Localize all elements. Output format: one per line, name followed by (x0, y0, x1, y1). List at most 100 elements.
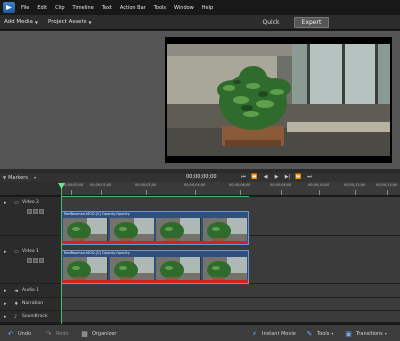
track-expand-icon[interactable]: ▸ (4, 200, 10, 206)
step-back-icon[interactable]: ⏪ (251, 174, 258, 180)
expert-mode-button[interactable]: Expert (294, 17, 329, 28)
ruler-spacer (0, 182, 61, 196)
clip-thumbnails (63, 257, 247, 282)
track-expand-icon[interactable]: ▸ (4, 288, 10, 294)
redo-icon: ↷ (45, 329, 52, 338)
track-expand-icon[interactable]: ▸ (4, 301, 10, 307)
monitor-panel (0, 31, 400, 169)
track-header: ▸ ▭ Video 1 (0, 246, 61, 284)
chevron-down-icon: ▼ (34, 19, 38, 25)
redo-button[interactable]: ↷ Redo (44, 329, 69, 338)
ruler-tick (146, 190, 147, 195)
tools-label: Tools (317, 330, 330, 337)
add-media-label: Add Media (4, 19, 33, 25)
undo-label: Undo (18, 330, 32, 337)
organizer-label: Organizer (92, 330, 117, 337)
play-icon[interactable]: ▶ (273, 174, 280, 180)
markers-label: Markers (8, 174, 28, 181)
opacity-line[interactable] (62, 280, 248, 283)
ruler-tick (355, 190, 356, 195)
menu-window[interactable]: Window (174, 5, 194, 11)
instant-movie-label: Instant Movie (262, 330, 296, 337)
clip-thumbnails (63, 218, 247, 243)
ruler-tick (319, 190, 320, 195)
frame-forward-icon[interactable]: ▶| (284, 174, 291, 180)
track-expand-icon[interactable]: ▸ (4, 249, 10, 255)
menu-text[interactable]: Text (102, 5, 112, 11)
instant-movie-icon: ⚡ (252, 329, 257, 338)
menu-action-bar[interactable]: Action Bar (120, 5, 146, 11)
menu-file[interactable]: File (21, 5, 29, 11)
toolbar: Add Media ▼ Project Assets ▼ Quick Exper… (0, 15, 400, 30)
clip-thumbnail (156, 257, 201, 282)
track-name: Audio 1 (22, 288, 40, 293)
tools-button[interactable]: ✎ Tools ▾ (305, 329, 334, 338)
track-row-audio-1: ▸ ◄ Audio 1 (0, 285, 400, 298)
track-header: ▸ ♦ Narration (0, 298, 61, 311)
ruler-tick (387, 190, 388, 195)
frame-back-icon[interactable]: ◀ (262, 174, 269, 180)
transitions-button[interactable]: ▣ Transitions ▾ (344, 329, 387, 338)
track-controls[interactable] (27, 209, 44, 214)
project-assets-dropdown[interactable]: Project Assets ▼ (48, 19, 92, 25)
menu-timeline[interactable]: Timeline (73, 5, 94, 11)
chevron-down-icon: ▾ (384, 331, 387, 336)
chevron-down-icon: ▼ (3, 175, 7, 180)
ruler-label: 00;00;14;00 (376, 183, 398, 187)
speaker-icon: ◄ (14, 288, 18, 294)
timeline-header: ▼ Markers ▾ 00;00;00;00 ⏮ ⏪ ◀ ▶ ▶| ⏩ ⏭ (0, 173, 400, 182)
action-bar: ↶ Undo ↷ Redo ▦ Organizer ⚡ Instant Movi… (0, 324, 400, 341)
instant-movie-button[interactable]: ⚡ Instant Movie (250, 329, 296, 338)
menu-clip[interactable]: Clip (55, 5, 64, 11)
markers-dropdown[interactable]: ▼ Markers ▾ (3, 175, 36, 181)
track-row-soundtrack: ▸ ♪ Soundtrack (0, 311, 400, 323)
quick-mode-button[interactable]: Quick (256, 17, 286, 28)
tools-icon: ✎ (306, 329, 313, 338)
track-header: ▸ ♪ Soundtrack (0, 311, 61, 323)
track-header: ▸ ◄ Audio 1 (0, 285, 61, 298)
video-clip-track-1[interactable]: RedBoxman.MOD [V] Opacity:Opacity (61, 250, 249, 284)
track-header: ▸ ▭ Video 2 (0, 197, 61, 236)
track-name: Video 1 (22, 249, 39, 254)
ruler-tick (101, 190, 102, 195)
go-to-end-icon[interactable]: ⏭ (306, 174, 313, 180)
ruler-tick (71, 190, 72, 195)
ruler-label: 00;00;02;00 (135, 183, 157, 187)
track-controls[interactable] (27, 258, 44, 263)
microphone-icon: ♦ (14, 301, 19, 307)
track-row-narration: ▸ ♦ Narration (0, 298, 400, 311)
go-to-start-icon[interactable]: ⏮ (240, 174, 247, 180)
undo-button[interactable]: ↶ Undo (6, 329, 32, 338)
ruler-tick (195, 190, 196, 195)
clip-thumbnail (156, 218, 201, 243)
app-logo-icon[interactable] (3, 2, 15, 13)
current-timecode[interactable]: 00;00;00;00 (186, 174, 217, 180)
transport-controls: ⏮ ⏪ ◀ ▶ ▶| ⏩ ⏭ (240, 174, 313, 180)
timeline-ruler[interactable]: 00;00;00;00 00;00;01;00 00;00;02;00 00;0… (61, 182, 400, 196)
track-expand-icon[interactable]: ▸ (4, 314, 10, 320)
playhead-line[interactable] (61, 184, 62, 324)
ruler-label: 00;00;10;00 (308, 183, 330, 187)
clip-thumbnail (109, 257, 154, 282)
track-name: Video 2 (22, 200, 39, 205)
menu-tools[interactable]: Tools (154, 5, 166, 11)
music-icon: ♪ (14, 314, 18, 320)
project-assets-label: Project Assets (48, 19, 87, 25)
chevron-down-icon: ▼ (88, 19, 92, 25)
opacity-line[interactable] (62, 241, 248, 244)
add-media-dropdown[interactable]: Add Media ▼ (4, 19, 38, 25)
video-clip-track-2[interactable]: RedBoxman.MOD [V] Opacity:Opacity (61, 211, 249, 245)
organizer-button[interactable]: ▦ Organizer (80, 329, 116, 338)
preview-monitor[interactable] (165, 37, 392, 163)
step-forward-icon[interactable]: ⏩ (295, 174, 302, 180)
track-name: Narration (22, 301, 44, 306)
clip-thumbnail (63, 218, 108, 243)
ruler-label: 00;00;04;00 (184, 183, 206, 187)
menu-bar: File Edit Clip Timeline Text Action Bar … (0, 0, 400, 15)
ruler-label: 00;00;12;00 (344, 183, 366, 187)
menu-edit[interactable]: Edit (37, 5, 47, 11)
film-icon: ▭ (14, 200, 19, 206)
ruler-label: 00;00;08;00 (270, 183, 292, 187)
menu-help[interactable]: Help (202, 5, 213, 11)
ruler-label: 00;00;06;00 (229, 183, 251, 187)
